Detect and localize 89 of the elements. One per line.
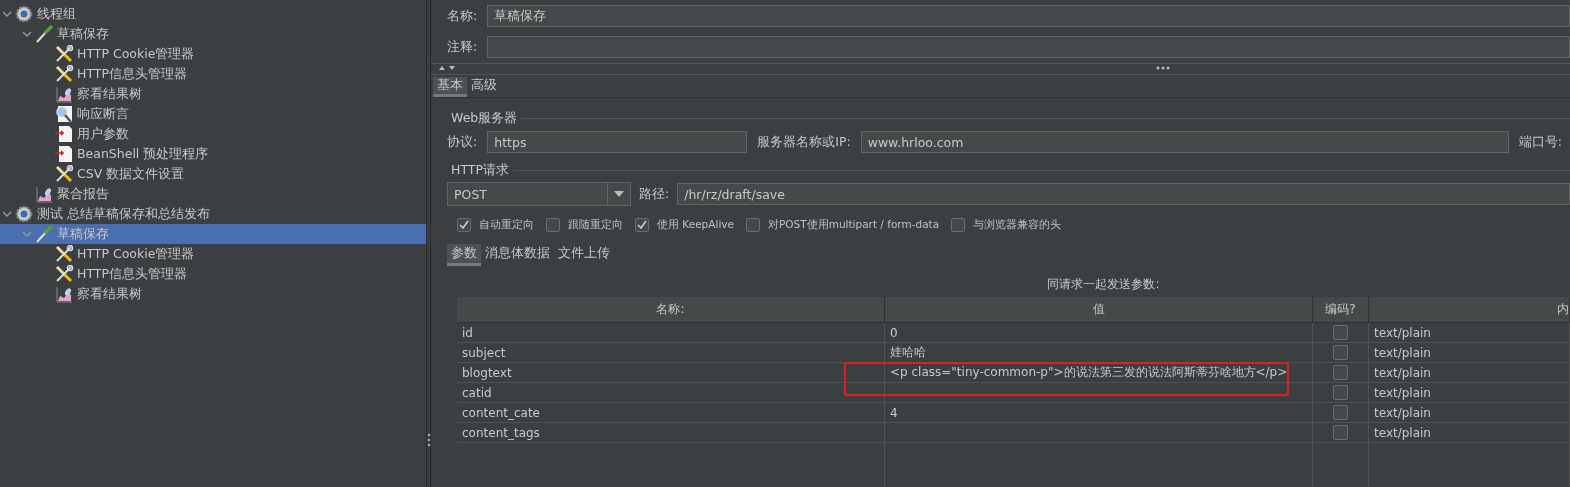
splitter-handle-icon[interactable] [427,433,431,447]
table-cell: text/plain [1369,423,1570,443]
checkbox[interactable] [1333,365,1348,380]
gear-icon [14,205,34,223]
option-checkbox[interactable]: 跟随重定向 [546,218,623,232]
table-cell: id [457,323,885,343]
option-checkbox[interactable]: 自动重定向 [457,218,534,232]
tree-item[interactable]: CSV 数据文件设置 [0,164,426,184]
group-title: Web服务器 [451,109,518,127]
checkbox[interactable] [1333,425,1348,440]
tree-item[interactable]: HTTP信息头管理器 [0,64,426,84]
tree-item[interactable]: 测试 总结草稿保存和总结发布 [0,204,426,224]
document-icon [54,145,74,163]
checkbox[interactable] [546,218,560,232]
column-header[interactable]: 名称: [457,297,885,323]
table-cell: subject [457,343,885,363]
tools-icon [54,265,74,283]
dropdown-arrow-icon [614,191,624,197]
checkbox[interactable] [746,218,760,232]
column-header[interactable]: 内 [1369,297,1570,323]
table-cell: content_cate [457,403,885,423]
table-cell: text/plain [1369,403,1570,423]
table-cell: 4 [885,403,1313,423]
tree-item[interactable]: 响应断言 [0,104,426,124]
splitter-handle-icon[interactable] [1156,66,1170,71]
tree-item[interactable]: 线程组 [0,4,426,24]
tree-item[interactable]: HTTP Cookie管理器 [0,244,426,264]
tree-item[interactable]: 用户参数 [0,124,426,144]
table-cell: text/plain [1369,363,1570,383]
field-label: 服务器名称或IP: [757,133,851,151]
tools-icon [54,245,74,263]
tools-icon [54,45,74,63]
tree-item[interactable]: 聚合报告 [0,184,426,204]
protocol-field[interactable]: https [487,131,748,153]
tree-item[interactable]: HTTP信息头管理器 [0,264,426,284]
tree-item[interactable]: 察看结果树 [0,284,426,304]
tools-icon [54,165,74,183]
chart-icon [34,185,54,203]
field-label: 协议: [447,133,478,151]
column-header[interactable]: 值 [885,297,1313,323]
option-checkbox[interactable]: 对POST使用multipart / form-data [746,218,940,232]
dropper-icon [34,225,54,243]
table-title: 同请求一起发送参数: [1047,277,1160,291]
tab[interactable]: 高级 [467,76,501,97]
table-cell: 0 [885,323,1313,343]
option-checkbox[interactable]: 使用 KeepAlive [635,218,734,232]
document-icon [54,125,74,143]
checkbox[interactable] [1333,385,1348,400]
field-label: 名称: [447,7,478,25]
chart-icon [54,285,74,303]
field-label: 路径: [639,185,670,203]
collapse-arrows-icon[interactable] [437,65,457,72]
path-field[interactable]: /hr/rz/draft/save [677,183,1570,205]
table-cell: catid [457,383,885,403]
checkbox[interactable] [1333,325,1348,340]
group-title: HTTP请求 [451,161,509,179]
tree-item[interactable]: 察看结果树 [0,84,426,104]
field-label: 端口号: [1518,133,1562,151]
tab[interactable]: 消息体数据 [481,244,554,266]
checkbox[interactable] [1333,345,1348,360]
table-cell: 娃哈哈 [885,343,1313,363]
magnifier-icon [54,105,74,123]
method-select[interactable]: POST [447,182,631,206]
table-cell: content_tags [457,423,885,443]
field-label: 注释: [447,38,478,56]
checkbox[interactable] [457,218,471,232]
tab[interactable]: 基本 [433,76,467,97]
name-field[interactable]: 草稿保存 [487,5,1570,28]
table-cell: text/plain [1369,383,1570,403]
checkbox[interactable] [1333,405,1348,420]
tab[interactable]: 参数 [447,244,481,266]
tree-item[interactable]: BeanShell 预处理程序 [0,144,426,164]
server-field[interactable]: www.hrloo.com [860,131,1509,153]
table-cell: text/plain [1369,323,1570,343]
chart-icon [54,85,74,103]
column-header[interactable]: 编码? [1313,297,1369,323]
dropper-icon [34,25,54,43]
table-cell: text/plain [1369,343,1570,363]
table-cell: <p class="tiny-common-p">的说法第三发的说法阿斯蒂芬啥地方</p> [885,363,1313,383]
option-checkbox[interactable]: 与浏览器兼容的头 [951,218,1062,232]
table-cell: blogtext [457,363,885,383]
tools-icon [54,65,74,83]
tree-item[interactable]: 草稿保存 [0,24,426,44]
comment-field[interactable] [487,36,1570,59]
gear-icon [14,5,34,23]
tab[interactable]: 文件上传 [554,244,614,266]
checkbox[interactable] [951,218,966,232]
tree-item[interactable]: HTTP Cookie管理器 [0,44,426,64]
checkbox[interactable] [635,218,649,232]
